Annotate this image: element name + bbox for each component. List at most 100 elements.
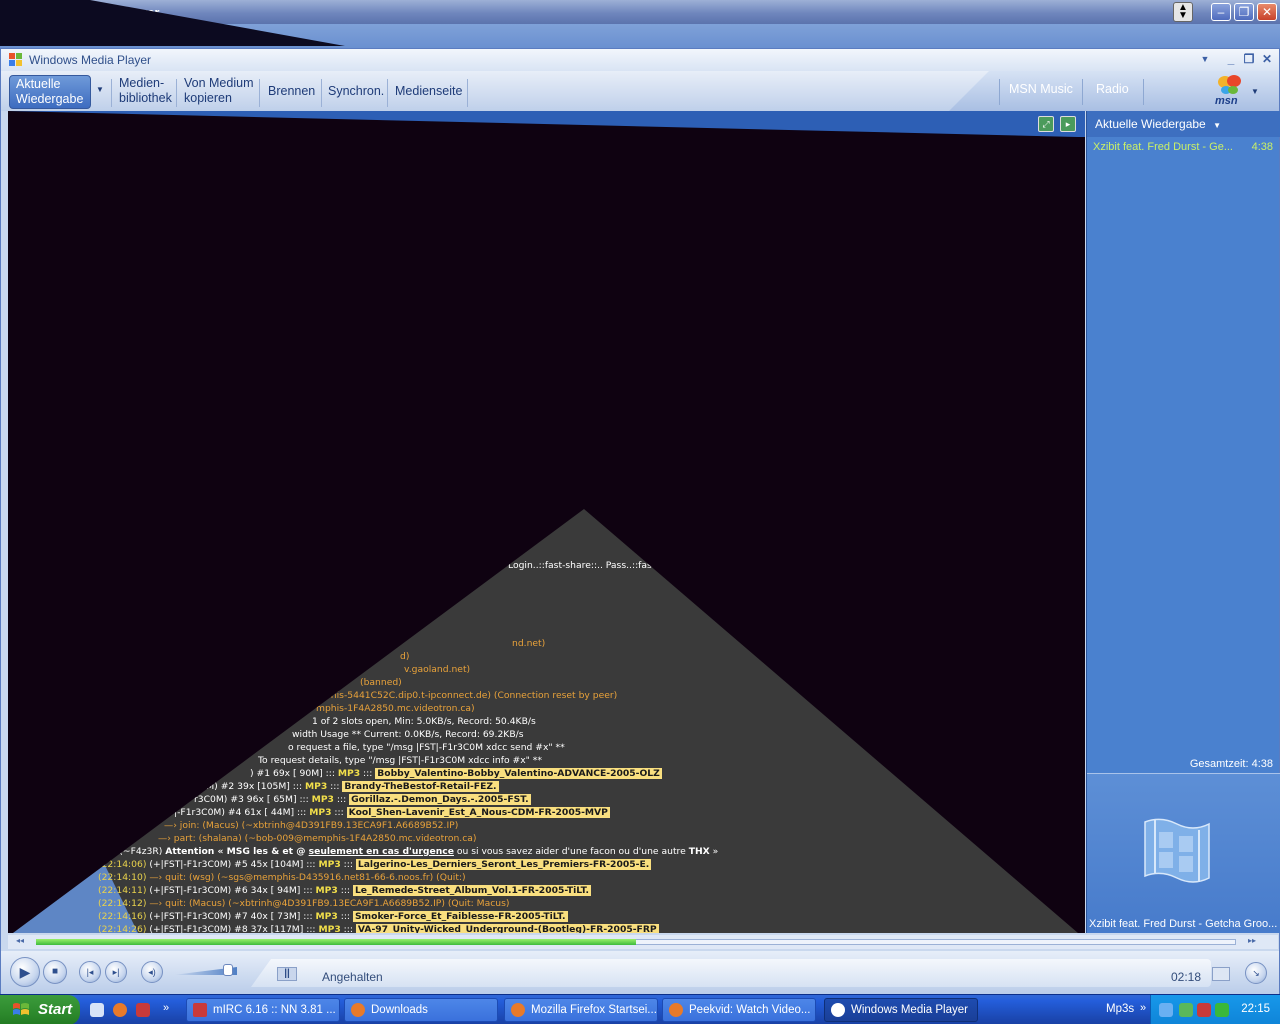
irc-line: 1 of 2 slots open, Min: 5.0KB/s, Record:… (312, 715, 536, 728)
toolbar-overflow-icon[interactable]: » (1140, 1002, 1146, 1014)
toolbar-label-mp3s[interactable]: Mp3s (1106, 1003, 1134, 1015)
tab-label: kopieren (184, 91, 232, 105)
start-button[interactable]: Start (0, 995, 80, 1024)
minimize-icon[interactable]: – (1211, 3, 1231, 21)
volume-thumb[interactable] (223, 964, 233, 976)
irc-text: (+|FST|-F1r3C0M) #5 45x [104M] ::: (146, 859, 319, 870)
irc-line: Login..::fast-share::.. Pass..::fas (508, 559, 652, 572)
previous-button[interactable]: |◂ (79, 961, 101, 983)
video-display-area[interactable]: ⤢ ▸ Login..::fast-share::.. Pass..::fas n… (8, 111, 1085, 933)
toggle-playlist-icon[interactable]: ▸ (1060, 116, 1076, 132)
playback-status: Angehalten (322, 970, 383, 984)
seek-progress-fill (36, 939, 636, 945)
taskbar-button-firefox[interactable]: Mozilla Firefox Startsei... (504, 998, 658, 1022)
restore-icon[interactable]: ❐ (1241, 52, 1257, 68)
irc-text: Brandy-TheBestof-Retail-FEZ. (342, 781, 499, 792)
close-icon[interactable]: ✕ (1259, 52, 1275, 68)
taskbar-button-downloads[interactable]: Downloads (344, 998, 498, 1022)
chevron-down-icon[interactable]: ▼ (1213, 121, 1221, 130)
security-icon[interactable] (1179, 1003, 1193, 1017)
minimize-icon[interactable]: _ (1223, 52, 1239, 68)
album-art-area[interactable] (1087, 773, 1280, 933)
playlist-pane: Aktuelle Wiedergabe ▼ Xzibit feat. Fred … (1086, 111, 1280, 933)
wmp-titlebar[interactable]: Windows Media Player ▼ _ ❐ ✕ (1, 49, 1279, 71)
irc-text: ::: (333, 794, 350, 805)
taskbar-button-label: mIRC 6.16 :: NN 3.81 ... (213, 1004, 336, 1016)
irc-line: C0M) #2 39x [105M] ::: MP3 ::: Brandy-Th… (194, 780, 499, 793)
restore-icon[interactable]: ❐ (1234, 3, 1254, 21)
mirc-tray-icon[interactable] (1197, 1003, 1211, 1017)
volume-slider[interactable] (173, 964, 239, 977)
irc-text: ::: (340, 924, 356, 933)
chevron-down-icon[interactable]: ▼ (1197, 52, 1213, 68)
irc-text: (22:14:12) (98, 898, 147, 909)
tab-burn[interactable]: Brennen (262, 75, 321, 109)
tab-separator (111, 79, 112, 107)
taskbar-button-wmp[interactable]: Windows Media Player (824, 998, 978, 1022)
tab-separator (1143, 79, 1144, 105)
chevron-down-icon[interactable]: ▼ (96, 85, 104, 94)
tab-msn-music[interactable]: MSN Music (1009, 82, 1073, 96)
irc-text: mphis-1F4A2850.mc.videotron.ca) (316, 703, 475, 714)
irc-text: THX (688, 846, 710, 857)
playlist-header[interactable]: Aktuelle Wiedergabe ▼ (1087, 111, 1280, 137)
mute-button[interactable]: ◂) (141, 961, 163, 983)
tab-sync[interactable]: Synchron. (322, 75, 390, 109)
windows-taskbar: Start » mIRC 6.16 :: NN 3.81 ... Downloa… (0, 994, 1280, 1024)
quicklaunch-overflow-icon[interactable]: » (163, 1002, 169, 1014)
taskbar-button-mirc[interactable]: mIRC 6.16 :: NN 3.81 ... (186, 998, 340, 1022)
irc-text: —› quit: (Macus) (~xbtrinh@4D391FB9.13EC… (146, 898, 510, 909)
irc-line: mphis-5441C52C.dip0.t-ipconnect.de) (Con… (316, 689, 617, 702)
tab-media-guide[interactable]: Medienseite (389, 75, 468, 109)
close-icon[interactable]: ✕ (1257, 3, 1277, 21)
irc-text: (22:14:26) (98, 924, 147, 933)
msn-label[interactable]: msn (1215, 95, 1238, 107)
irc-text: (22:14:11) (98, 885, 147, 896)
windows-logo-icon (9, 53, 22, 66)
irc-text: » (709, 846, 719, 857)
rewind-small-icon[interactable]: ◂◂ (16, 936, 24, 945)
stop-button[interactable]: ■ (43, 960, 67, 984)
irc-text: ::: (337, 911, 353, 922)
irc-line: d) (400, 650, 409, 663)
switch-to-skin-button[interactable]: ↘ (1245, 962, 1267, 984)
firefox-icon (511, 1003, 525, 1017)
irc-line: (22:14:26) (+|FST|-F1r3C0M) #8 37x [117M… (98, 923, 659, 933)
tab-label: Medienseite (395, 84, 463, 98)
irc-text: Bobby_Valentino-Bobby_Valentino-ADVANCE-… (375, 768, 662, 779)
taskbar-button-label: Windows Media Player (851, 1004, 968, 1016)
tab-library[interactable]: Medien- bibliothek (113, 75, 178, 109)
video-top-strip (8, 111, 1085, 137)
tab-now-playing[interactable]: Aktuelle Wiedergabe (9, 75, 91, 109)
firefox-icon (351, 1003, 365, 1017)
firefox-icon (669, 1003, 683, 1017)
next-button[interactable]: ▸| (105, 961, 127, 983)
elapsed-time: 02:18 (1171, 970, 1202, 984)
seek-bar[interactable]: ◂◂ ▸▸ (8, 935, 1278, 949)
pause-icon[interactable]: || (277, 967, 297, 981)
irc-text: (22:14:16) (98, 911, 147, 922)
quicklaunch-ie-icon[interactable] (90, 1003, 104, 1017)
msn-butterfly-icon[interactable] (1215, 74, 1245, 96)
quicklaunch-mirc-icon[interactable] (136, 1003, 150, 1017)
tab-label: Brennen (268, 84, 316, 98)
irc-text: v.gaoland.net) (404, 664, 471, 675)
network-icon[interactable] (1159, 1003, 1173, 1017)
chevron-down-icon[interactable]: ▼ (1251, 87, 1259, 96)
irc-text: (+|FST|-F1r3C0M) #7 40x [ 73M] ::: (146, 911, 316, 922)
irc-text: |-F1r3C0M) #4 61x [ 44M] ::: (174, 807, 310, 818)
tab-radio[interactable]: Radio (1096, 82, 1129, 96)
irc-text: ou si vous savez aider d'une facon ou d'… (453, 846, 689, 857)
forward-small-icon[interactable]: ▸▸ (1248, 936, 1256, 945)
updown-spinner-icon[interactable]: ▲ ▼ (1173, 2, 1193, 22)
playlist-item[interactable]: Xzibit feat. Fred Durst - Ge... 4:38 (1093, 141, 1273, 153)
tab-rip[interactable]: Von Medium kopieren (178, 75, 259, 109)
quicklaunch-firefox-icon[interactable] (113, 1003, 127, 1017)
fullscreen-icon[interactable]: ⤢ (1038, 116, 1054, 132)
tray-app-icon[interactable] (1215, 1003, 1229, 1017)
compact-mode-icon[interactable] (1212, 967, 1230, 981)
irc-text: ::: (340, 859, 356, 870)
play-button[interactable]: ▶ (10, 957, 40, 987)
taskbar-button-peekvid[interactable]: Peekvid: Watch Video... (662, 998, 816, 1022)
irc-line: (22:14:12) —› quit: (Macus) (~xbtrinh@4D… (98, 897, 509, 910)
